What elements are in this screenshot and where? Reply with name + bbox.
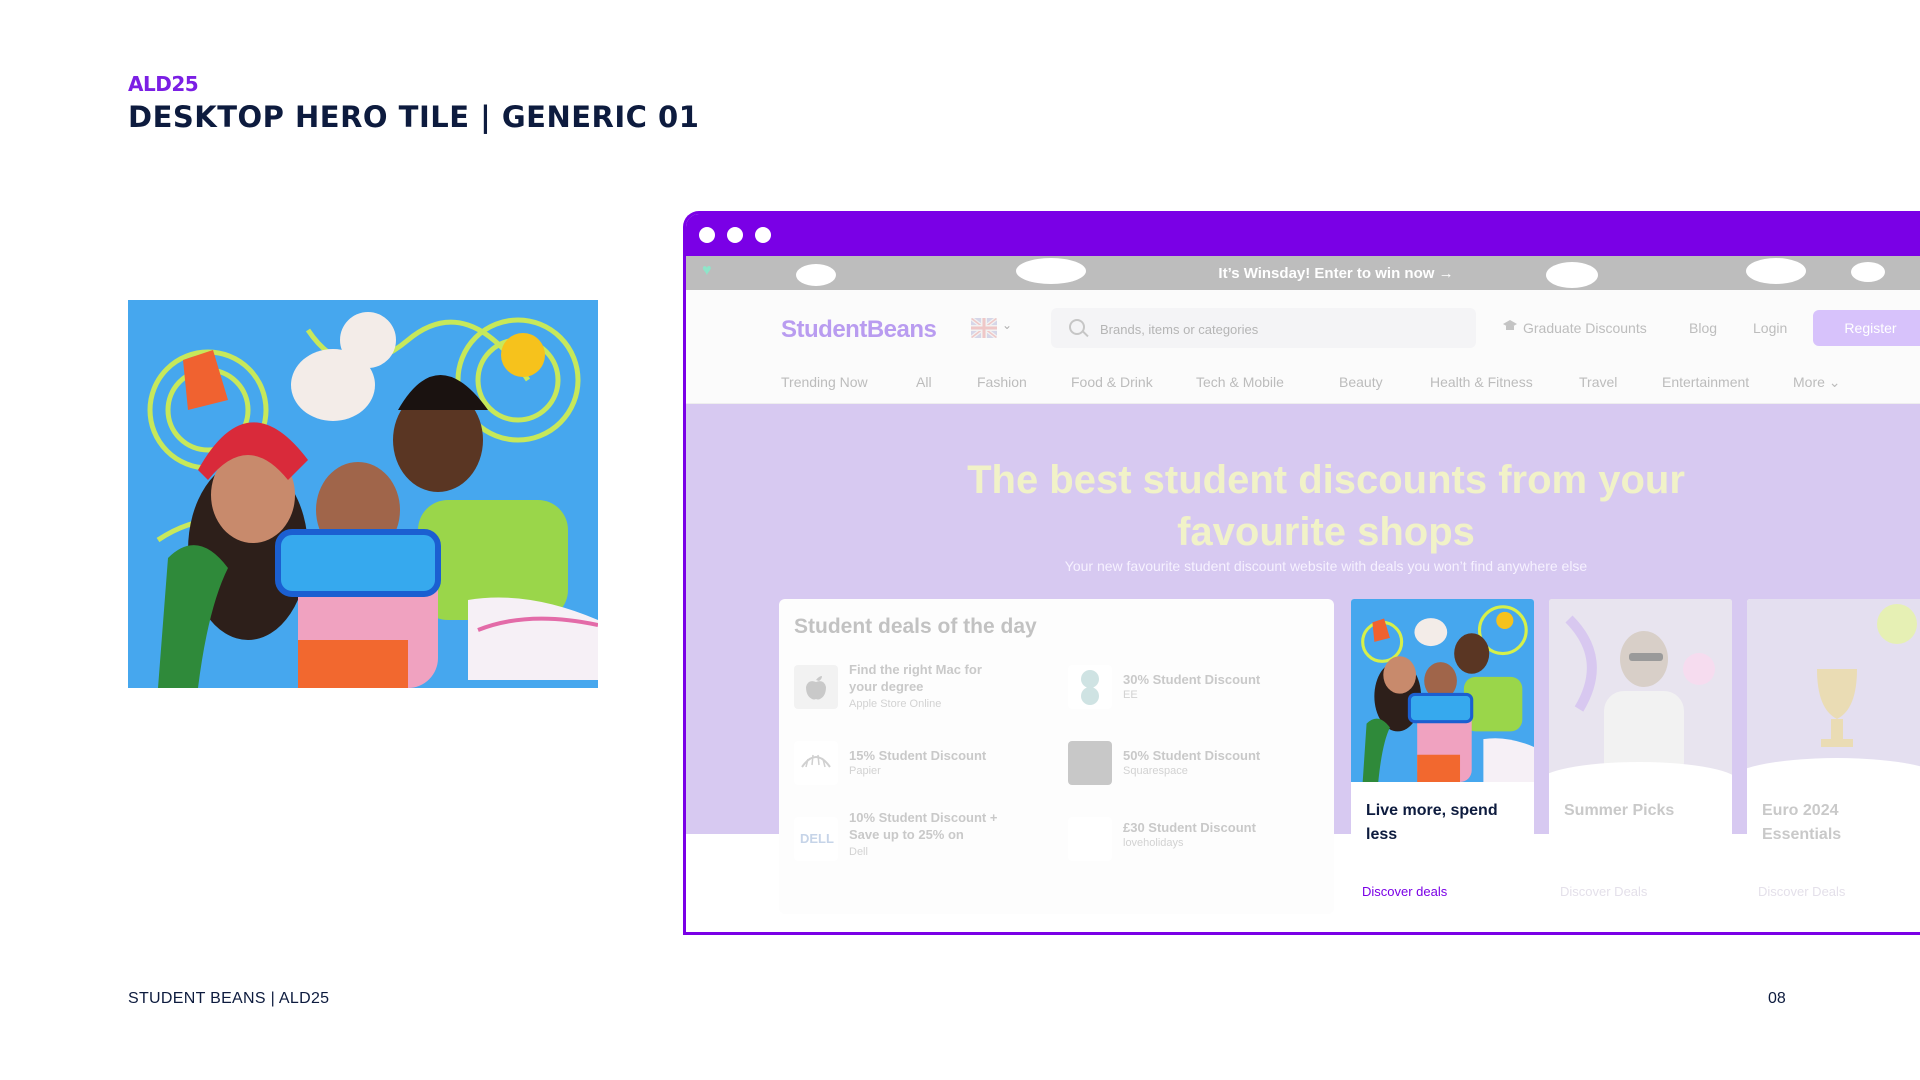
- category-beauty[interactable]: Beauty: [1339, 374, 1383, 390]
- browser-titlebar: [686, 214, 1920, 256]
- deals-heading: Student deals of the day: [794, 615, 1037, 638]
- login-link[interactable]: Login: [1753, 320, 1787, 336]
- site-header: StudentBeans ⌄ Graduate Discounts Blog L…: [686, 290, 1920, 404]
- svg-text:DELL: DELL: [800, 831, 834, 846]
- category-tech-mobile[interactable]: Tech & Mobile: [1196, 374, 1284, 390]
- squarespace-logo-icon: [1068, 741, 1112, 785]
- category-travel[interactable]: Travel: [1579, 374, 1617, 390]
- graduate-discounts-link[interactable]: Graduate Discounts: [1523, 320, 1647, 336]
- site-logo[interactable]: StudentBeans: [781, 316, 937, 344]
- loveholidays-logo-icon: [1068, 817, 1112, 861]
- deal-brand: Dell: [849, 846, 868, 858]
- tile-title: Summer Picks: [1564, 802, 1675, 819]
- deal-item[interactable]: DELL 10% Student Discount + Save up to 2…: [794, 809, 1044, 879]
- register-button[interactable]: Register: [1813, 310, 1920, 346]
- deal-title: 50% Student Discount: [1123, 748, 1261, 763]
- search-bar[interactable]: [1051, 308, 1476, 348]
- hero-tile-live-more[interactable]: Live more, spend less Discover deals: [1351, 599, 1534, 914]
- deal-item[interactable]: 15% Student Discount Papier: [794, 737, 1044, 797]
- deal-item[interactable]: 50% Student Discount Squarespace: [1068, 737, 1318, 797]
- page-number: 08: [1768, 990, 1786, 1007]
- deal-title: Find the right Mac for your degree: [849, 662, 982, 694]
- category-more[interactable]: More ⌄: [1793, 374, 1841, 391]
- window-dot-maximize-icon[interactable]: [755, 227, 771, 243]
- tile-image: [1351, 599, 1534, 782]
- hero-subtitle: Your new favourite student discount webs…: [1064, 558, 1588, 574]
- category-trending-now[interactable]: Trending Now: [781, 374, 868, 390]
- search-input[interactable]: [1098, 319, 1462, 339]
- ee-logo-icon: [1068, 665, 1112, 709]
- chevron-down-icon[interactable]: ⌄: [1002, 318, 1012, 332]
- deal-brand: loveholidays: [1123, 837, 1184, 849]
- category-all[interactable]: All: [916, 374, 932, 390]
- papier-logo-icon: [794, 741, 838, 785]
- deal-brand: Apple Store Online: [849, 698, 942, 710]
- hero-title: The best student discounts from your fav…: [967, 458, 1685, 554]
- deal-title: £30 Student Discount: [1123, 820, 1256, 835]
- slide-title: DESKTOP HERO TILE | GENERIC 01: [128, 100, 700, 134]
- slide-kicker: ALD25: [128, 72, 199, 96]
- tile-image: [1747, 599, 1920, 782]
- hero-image: [128, 300, 598, 688]
- hero-tile-summer-picks[interactable]: Summer Picks Discover Deals: [1549, 599, 1732, 914]
- deal-title: 10% Student Discount + Save up to 25% on: [849, 810, 998, 842]
- tile-title: Euro 2024 Essentials: [1762, 802, 1842, 843]
- category-entertainment[interactable]: Entertainment: [1662, 374, 1749, 390]
- deal-brand: EE: [1123, 689, 1138, 701]
- window-dot-close-icon[interactable]: [699, 227, 715, 243]
- deal-brand: Squarespace: [1123, 765, 1188, 777]
- deal-item[interactable]: Find the right Mac for your degree Apple…: [794, 661, 1044, 721]
- deal-item[interactable]: 30% Student Discount EE: [1068, 661, 1318, 721]
- browser-window: ♥ It’s Winsday! Enter to win now → Stude…: [683, 211, 1920, 935]
- deals-of-the-day-card: Student deals of the day Find the right …: [779, 599, 1334, 914]
- apple-logo-icon: [794, 665, 838, 709]
- window-dot-minimize-icon[interactable]: [727, 227, 743, 243]
- category-health-fitness[interactable]: Health & Fitness: [1430, 374, 1533, 390]
- students-illustration: [128, 300, 598, 688]
- hero-tile-euro-2024[interactable]: Euro 2024 Essentials Discover Deals: [1747, 599, 1920, 914]
- category-fashion[interactable]: Fashion: [977, 374, 1027, 390]
- uk-flag-icon[interactable]: [971, 318, 997, 338]
- slide-footer: STUDENT BEANS | ALD25: [128, 990, 330, 1007]
- deal-brand: Papier: [849, 765, 881, 777]
- promo-banner[interactable]: ♥ It’s Winsday! Enter to win now →: [686, 256, 1920, 290]
- tile-image: [1549, 599, 1732, 782]
- dell-logo-icon: DELL: [794, 817, 838, 861]
- discover-deals-link[interactable]: Discover deals: [1362, 884, 1447, 899]
- deal-title: 15% Student Discount: [849, 748, 987, 763]
- discover-deals-link[interactable]: Discover Deals: [1758, 884, 1845, 899]
- tile-title: Live more, spend less: [1366, 802, 1498, 843]
- promo-text[interactable]: It’s Winsday! Enter to win now →: [686, 265, 1920, 282]
- deal-title: 30% Student Discount: [1123, 672, 1261, 687]
- search-icon-handle: [1082, 330, 1089, 338]
- graduation-cap-icon: [1503, 320, 1517, 330]
- blog-link[interactable]: Blog: [1689, 320, 1717, 336]
- discover-deals-link[interactable]: Discover Deals: [1560, 884, 1647, 899]
- deal-item[interactable]: £30 Student Discount loveholidays: [1068, 809, 1318, 879]
- category-food-drink[interactable]: Food & Drink: [1071, 374, 1153, 390]
